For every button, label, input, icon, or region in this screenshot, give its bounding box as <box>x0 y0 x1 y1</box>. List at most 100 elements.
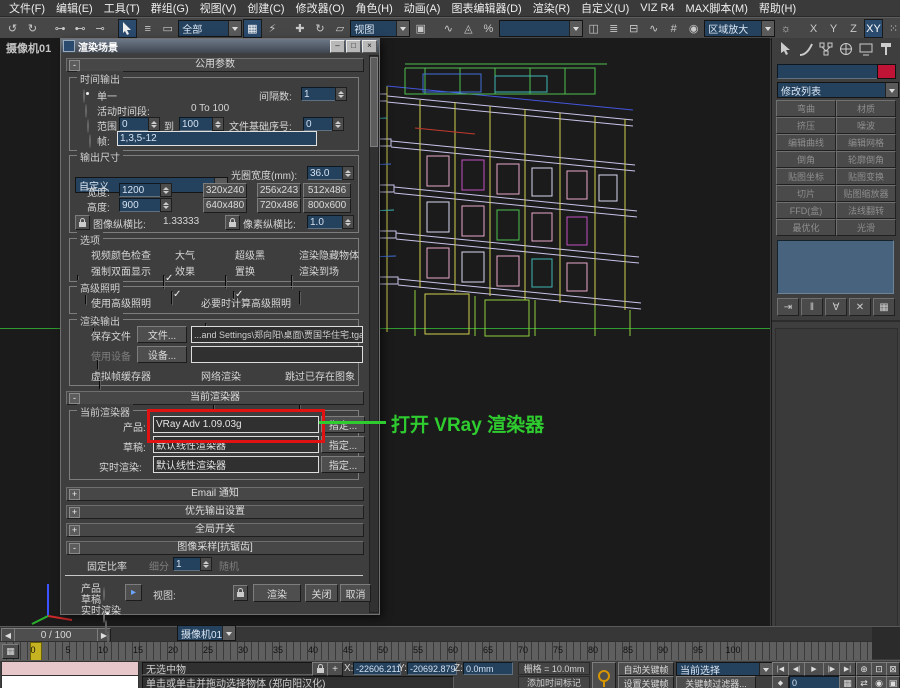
window-crossing-icon[interactable]: ▦ <box>243 19 262 38</box>
menu-create[interactable]: 创建(C) <box>242 0 289 17</box>
modifier-slice-button[interactable]: 切片 <box>776 185 836 202</box>
object-name-field[interactable] <box>777 64 879 79</box>
selection-region-icon[interactable]: ▭ <box>158 19 177 38</box>
pixel-aspect-field[interactable]: 1.0 <box>307 215 347 229</box>
select-and-move-icon[interactable]: ✚ <box>290 19 309 38</box>
modifier-edit-spline-button[interactable]: 编辑曲线 <box>776 134 836 151</box>
assign-activeshade-button[interactable]: 指定... <box>321 456 365 473</box>
minimize-icon[interactable]: – <box>330 40 345 53</box>
menu-tools[interactable]: 工具(T) <box>99 0 145 17</box>
range-radio[interactable] <box>87 119 89 133</box>
close-button[interactable]: 关闭 <box>305 584 338 602</box>
auto-key-button[interactable]: 自动关键帧 <box>618 662 674 676</box>
menu-vizr4[interactable]: VIZ R4 <box>635 1 679 15</box>
every-nth-spinner[interactable] <box>335 87 347 101</box>
angle-snap-icon[interactable]: ◬ <box>459 19 478 38</box>
preset-256x243-button[interactable]: 256x243 <box>257 183 301 198</box>
viewport-label[interactable]: 摄像机01 <box>6 40 51 56</box>
macro-recorder-field[interactable] <box>1 661 139 676</box>
preset-640x480-button[interactable]: 640x480 <box>203 198 247 213</box>
collapse-icon[interactable]: - <box>69 60 80 71</box>
menu-graph-editors[interactable]: 图表编辑器(D) <box>446 0 526 17</box>
menu-modifiers[interactable]: 修改器(O) <box>291 0 350 17</box>
width-field[interactable]: 1200 <box>119 183 165 197</box>
rollout-global-switches[interactable]: + 全局开关 <box>66 523 364 537</box>
render-button[interactable]: 渲染 <box>253 584 301 602</box>
rollout-image-sampler[interactable]: - 图像采样[抗锯齿] <box>66 541 364 555</box>
render-preset-arrow-button[interactable]: ▸ <box>125 584 142 601</box>
redo-icon[interactable]: ↻ <box>23 19 42 38</box>
menu-character[interactable]: 角色(H) <box>351 0 398 17</box>
reference-coordinate-dropdown[interactable]: 视图 <box>350 20 410 37</box>
chevron-down-icon[interactable] <box>759 663 772 675</box>
modifier-map-scaler-button[interactable]: 贴图缩放器 <box>836 185 896 202</box>
set-key-button[interactable] <box>592 662 616 688</box>
time-slider-handle[interactable]: 0 / 100 <box>14 628 98 642</box>
mini-curve-editor-icon[interactable]: ▦ <box>2 644 19 659</box>
previous-frame-button[interactable]: ◀| <box>788 662 805 676</box>
schematic-view-icon[interactable]: # <box>664 19 683 38</box>
menu-file[interactable]: 文件(F) <box>4 0 50 17</box>
chevron-down-icon[interactable] <box>569 21 582 36</box>
height-spinner[interactable] <box>160 198 172 212</box>
select-object-icon[interactable] <box>118 19 137 38</box>
expand-icon[interactable]: + <box>69 507 80 518</box>
play-button[interactable]: ▶ <box>804 662 824 676</box>
tab-modify[interactable] <box>796 40 815 58</box>
track-bar[interactable]: ▦ 0 5 10 15 20 25 30 35 40 45 50 55 60 6… <box>0 641 872 660</box>
assign-draft-button[interactable]: 指定... <box>321 436 365 453</box>
every-nth-field[interactable]: 1 <box>301 87 339 101</box>
modifier-map-xform-button[interactable]: 贴图变换 <box>836 168 896 185</box>
go-to-start-button[interactable]: |◀ <box>772 662 789 676</box>
select-and-link-icon[interactable]: ⊶ <box>51 19 70 38</box>
zoom-extents-icon[interactable]: ⊡ <box>871 662 887 676</box>
percent-snap-icon[interactable]: % <box>479 19 498 38</box>
dialog-titlebar[interactable]: 渲染场景 – □ × <box>61 39 379 53</box>
remove-modifier-icon[interactable]: ✕ <box>849 298 871 316</box>
configure-button-sets-icon[interactable]: ▦ <box>873 298 895 316</box>
key-filters-button[interactable]: 关键帧过滤器... <box>676 676 756 688</box>
device-field[interactable] <box>191 346 363 363</box>
maxscript-listener-field[interactable] <box>1 675 139 688</box>
menu-help[interactable]: 帮助(H) <box>754 0 801 17</box>
tab-create[interactable] <box>776 40 795 58</box>
image-aspect-lock-button[interactable] <box>75 215 90 230</box>
dialog-scrollbar[interactable] <box>369 55 379 613</box>
selection-lock-button[interactable] <box>312 662 328 676</box>
axis-z-button[interactable]: Z <box>844 19 863 38</box>
cancel-button[interactable]: 取消 <box>340 584 371 602</box>
range-to-spinner[interactable] <box>212 117 224 131</box>
modifier-bevel-profile-button[interactable]: 轮廓倒角 <box>836 151 896 168</box>
named-selection-dropdown[interactable] <box>499 20 583 37</box>
go-to-end-button[interactable]: ▶| <box>839 662 856 676</box>
modifier-uvw-map-button[interactable]: 贴图坐标 <box>776 168 836 185</box>
next-frame-button[interactable]: |▶ <box>823 662 840 676</box>
modifier-list-dropdown[interactable]: 修改列表 <box>777 82 899 98</box>
aperture-spinner[interactable] <box>342 166 354 180</box>
z-coordinate-field[interactable]: 0.0mm <box>463 662 513 675</box>
frames-radio[interactable] <box>89 134 91 148</box>
modifier-ffd-box-button[interactable]: FFD(盒) <box>776 202 836 219</box>
modifier-smooth-button[interactable]: 光滑 <box>836 219 896 236</box>
fixed-rate-radio[interactable] <box>103 587 105 601</box>
set-key-mode-button[interactable]: 设置关键帧 <box>618 676 674 688</box>
rollout-email[interactable]: + Email 通知 <box>66 487 364 501</box>
chevron-down-icon[interactable] <box>396 21 409 36</box>
modifier-bevel-button[interactable]: 倒角 <box>776 151 836 168</box>
modifier-normal-button[interactable]: 法线翻转 <box>836 202 896 219</box>
undo-icon[interactable]: ↺ <box>3 19 22 38</box>
modifier-squeeze-button[interactable]: 挤压 <box>776 117 836 134</box>
maximize-icon[interactable]: □ <box>346 40 361 53</box>
menu-customize[interactable]: 自定义(U) <box>576 0 634 17</box>
chevron-down-icon[interactable] <box>761 21 774 36</box>
preset-800x600-button[interactable]: 800x600 <box>303 198 351 213</box>
preset-720x486-button[interactable]: 720x486 <box>257 198 301 213</box>
activeshade-renderer-field[interactable]: 默认线性渲染器 <box>153 456 319 473</box>
zoom-region-icon[interactable]: ⊠ <box>886 662 900 676</box>
expand-icon[interactable]: + <box>69 489 80 500</box>
tab-hierarchy[interactable] <box>816 40 835 58</box>
select-and-scale-icon[interactable]: ▱ <box>330 19 349 38</box>
chevron-down-icon[interactable] <box>885 83 898 97</box>
align-icon[interactable]: ≣ <box>604 19 623 38</box>
snap-toggle-icon[interactable]: ∿ <box>439 19 458 38</box>
